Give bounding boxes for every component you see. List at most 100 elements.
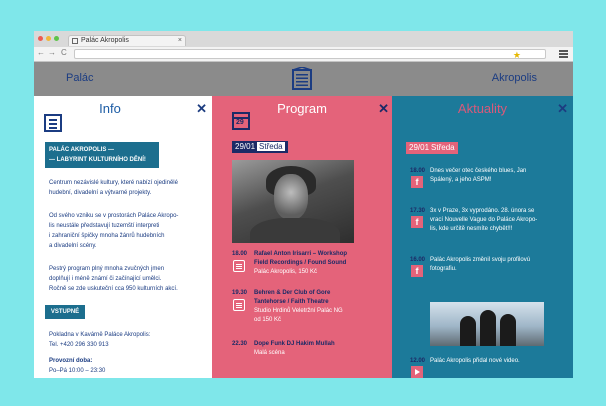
page-favicon-icon	[72, 38, 78, 44]
info-paragraph-2: Od svého vzniku se v prostorách Paláce A…	[49, 211, 209, 251]
hours-value: Po–Pá 10:00 – 23:30	[49, 368, 106, 374]
event-venue-line: Palác Akropolis, 150 Kč	[254, 269, 318, 275]
program-event[interactable]: 18.00 Rafael Anton Irisarri – Workshop F…	[232, 250, 390, 280]
band-photo[interactable]	[430, 302, 544, 346]
event-venue: Palác Akropolis, 150 Kč	[254, 268, 317, 277]
aktuality-title: Aktuality	[457, 101, 508, 116]
info-line: doplňují i méně známí či začínající uměl…	[49, 276, 162, 282]
event-title-line: Rafael Anton Irisarri – Workshop	[254, 251, 348, 257]
document-icon	[44, 114, 62, 132]
event-venue-line: od 150 Kč	[254, 317, 282, 323]
ticket-icon[interactable]	[233, 260, 245, 272]
browser-chrome: Palác Akropolis × ← → C ★	[34, 31, 573, 62]
info-line: i zahraniční špičky mnoha žánrů hudebníc…	[49, 233, 165, 239]
news-line: Spálený, a jeho ASPM!	[430, 177, 492, 183]
reload-icon[interactable]: C	[61, 48, 67, 57]
news-time: 18.00	[410, 168, 426, 174]
news-text[interactable]: Palác Akropolis přidal nové video.	[430, 357, 570, 366]
event-time: 18.00	[232, 251, 248, 257]
news-line: Palác Akropolis přidal nové video.	[430, 358, 520, 364]
akropolis-logo-icon[interactable]	[291, 67, 313, 91]
program-date-tag: 29/01 Středa	[232, 141, 288, 153]
info-line: Pokladna v Kavárně Paláce Akropolis:	[49, 332, 151, 338]
news-time: 12.00	[410, 358, 426, 364]
info-line: Pestrý program plný mnoha zvučných jmen	[49, 266, 165, 272]
browser-tab[interactable]: Palác Akropolis ×	[68, 35, 186, 46]
program-date: 29/01	[235, 142, 256, 151]
artist-photo[interactable]	[232, 160, 354, 243]
close-window-button[interactable]	[38, 36, 43, 41]
info-line: hudební, divadelní a výtvarné projekty.	[49, 190, 152, 196]
event-venue-line: Malá scéna	[254, 350, 285, 356]
site-header: Palác Akropolis	[34, 62, 573, 96]
tab-close-icon[interactable]: ×	[178, 36, 182, 46]
news-time: 16.00	[410, 257, 426, 263]
news-text[interactable]: Palác Akropolis změnil svoju profilovú f…	[430, 256, 570, 274]
info-line: Ročně se zde uskuteční cca 950 kulturníc…	[49, 286, 178, 292]
info-paragraph-4: Pokladna v Kavárně Paláce Akropolis: Tel…	[49, 330, 209, 350]
maximize-window-button[interactable]	[54, 36, 59, 41]
event-title[interactable]: Dope Funk DJ Hakim Mullah	[254, 340, 392, 349]
close-info-icon[interactable]: ✕	[196, 102, 207, 115]
news-item[interactable]: 18.00 f Dnes večer otec českého blues, J…	[410, 167, 570, 193]
news-text[interactable]: 3x v Praze, 3x vyprodáno. 28. února se v…	[430, 207, 570, 234]
forward-icon[interactable]: →	[48, 48, 56, 57]
event-time: 19.30	[232, 290, 248, 296]
site-brand-left[interactable]: Palác	[66, 72, 94, 84]
program-event[interactable]: 19.30 Behren & Der Club of Gore Tantehor…	[232, 289, 390, 327]
aktuality-date-tag: 29/01 Středa	[406, 142, 458, 154]
info-panel: Info ✕ PALÁC AKROPOLIS — — LABYRINT KULT…	[34, 96, 212, 378]
window-controls	[38, 36, 59, 41]
info-headline-line-1: PALÁC AKROPOLIS —	[49, 147, 115, 153]
browser-window: Palác Akropolis × ← → C ★ Palác Akropoli…	[34, 31, 573, 378]
back-icon[interactable]: ←	[37, 48, 45, 57]
program-title: Program	[277, 101, 327, 116]
navigation-bar: ← → C ★	[34, 47, 573, 61]
info-headline: PALÁC AKROPOLIS — — LABYRINT KULTURNÍHO …	[45, 142, 159, 168]
program-event[interactable]: 22.30 Dope Funk DJ Hakim Mullah Malá scé…	[232, 340, 390, 362]
youtube-play-icon[interactable]	[411, 366, 423, 378]
event-title-line: Dope Funk DJ Hakim Mullah	[254, 341, 335, 347]
program-day: Středa	[257, 142, 285, 151]
event-time: 22.30	[232, 341, 248, 347]
info-line: Centrum nezávislé kultury, které nabízí …	[49, 180, 178, 186]
info-paragraph-3: Pestrý program plný mnoha zvučných jmen …	[49, 264, 209, 294]
news-item[interactable]: 12.00 Palác Akropolis přidal nové video.	[410, 357, 570, 378]
event-venue: Malá scéna	[254, 349, 285, 358]
ticket-icon[interactable]	[233, 299, 245, 311]
info-line: a divadelní scény.	[49, 243, 97, 249]
event-venue: Studio Hrdinů Veletržní Palác NG od 150 …	[254, 307, 343, 325]
info-line: lis neustále představují tuzemští interp…	[49, 223, 160, 229]
close-aktuality-icon[interactable]: ✕	[557, 102, 568, 115]
facebook-icon[interactable]: f	[411, 216, 423, 228]
aktuality-day: Středa	[431, 143, 455, 152]
event-venue-line: Studio Hrdinů Veletržní Palác NG	[254, 308, 343, 314]
news-item[interactable]: 16.00 f Palác Akropolis změnil svoju pro…	[410, 256, 570, 282]
info-hours: Provozní doba: Po–Pá 10:00 – 23:30	[49, 356, 209, 376]
news-text[interactable]: Dnes večer otec českého blues, Jan Spále…	[430, 167, 570, 185]
facebook-icon[interactable]: f	[411, 176, 423, 188]
event-title[interactable]: Behren & Der Club of Gore Tantehorse / F…	[254, 289, 392, 307]
vstupne-button[interactable]: VSTUPNÉ	[45, 305, 85, 319]
browser-menu-icon[interactable]	[559, 50, 568, 58]
news-line: 3x v Praze, 3x vyprodáno. 28. února se	[430, 208, 535, 214]
close-program-icon[interactable]: ✕	[378, 102, 389, 115]
news-line: Palác Akropolis změnil svoju profilovú	[430, 257, 531, 263]
address-bar[interactable]: ★	[74, 49, 546, 61]
info-phone[interactable]: Tel. +420 296 330 913	[49, 340, 209, 350]
tab-title: Palác Akropolis	[81, 37, 129, 44]
aktuality-date: 29/01	[409, 143, 430, 152]
event-title[interactable]: Rafael Anton Irisarri – Workshop Field R…	[254, 250, 392, 268]
program-panel: 29 Program ✕ 29/01 Středa 18.00 Rafael An…	[212, 96, 392, 378]
event-title-line: Field Recordings / Found Sound	[254, 260, 347, 266]
event-title-line: Behren & Der Club of Gore	[254, 290, 331, 296]
news-line: Dnes večer otec českého blues, Jan	[430, 168, 527, 174]
bookmark-star-icon[interactable]: ★	[513, 50, 521, 61]
info-title: Info	[99, 101, 121, 116]
minimize-window-button[interactable]	[46, 36, 51, 41]
facebook-icon[interactable]: f	[411, 265, 423, 277]
site-brand-right[interactable]: Akropolis	[492, 72, 537, 84]
news-line: fotografiu.	[430, 266, 457, 272]
news-item[interactable]: 17.30 f 3x v Praze, 3x vyprodáno. 28. ún…	[410, 207, 570, 237]
calendar-icon-number: 29	[236, 119, 244, 126]
